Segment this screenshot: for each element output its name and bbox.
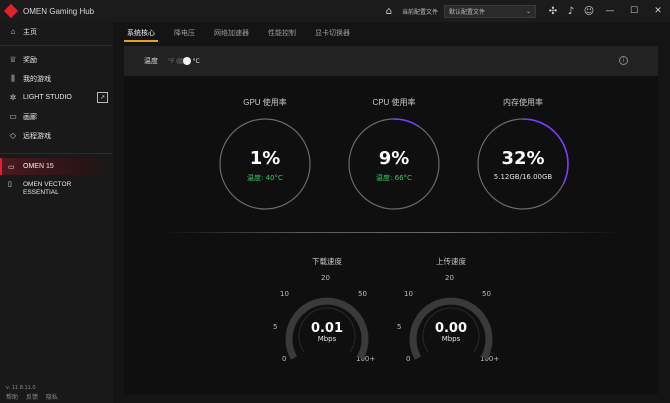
toggle-switch[interactable] <box>176 57 192 65</box>
section-divider <box>164 232 624 233</box>
sidebar-item-label: LIGHT STUDIO <box>23 94 72 101</box>
omen-logo-icon <box>3 3 19 19</box>
tab-network-booster[interactable]: 网络加速器 <box>211 24 252 42</box>
profile-dropdown-value: 默认配置文件 <box>449 8 486 16</box>
version-label: v. 11.8.11.0 <box>6 385 36 391</box>
gpu-usage-label: GPU 使用率 <box>243 98 287 107</box>
trophy-icon: ♕ <box>9 55 17 64</box>
user-icon[interactable]: ☺ <box>580 0 598 22</box>
device-label-line2: ESSENTIAL <box>23 189 59 196</box>
divider <box>0 153 113 154</box>
cpu-temp-label: 温度: <box>376 174 393 182</box>
tab-performance-control[interactable]: 性能控制 <box>265 24 299 42</box>
download-speed-gauge: 下载速度 20 10 50 5 0 100+ 0.01 Mbps <box>262 256 392 376</box>
help-link[interactable]: 帮助 <box>6 394 18 401</box>
sidebar-item-label: 奖励 <box>23 56 37 64</box>
sidebar-item-my-games[interactable]: ⫼ 我的游戏 <box>0 69 113 88</box>
download-speed-value: 0.01 <box>310 321 344 336</box>
upload-speed-value: 0.00 <box>434 321 468 336</box>
upload-speed-label: 上传速度 <box>436 257 466 266</box>
home-icon: ⌂ <box>10 27 16 36</box>
sidebar: ⌂ 主页 ♕ 奖励 ⫼ 我的游戏 ✲ LIGHT STUDIO ↗ ▭ 画廊 ◇… <box>0 22 113 403</box>
gamepad-icon[interactable]: ✣ <box>544 0 562 22</box>
home-icon[interactable]: ⌂ <box>380 0 398 22</box>
sidebar-device-omen-15[interactable]: ▭ OMEN 15 <box>0 158 113 175</box>
cpu-usage-card: CPU 使用率 9% 温度: 66°C <box>339 97 449 210</box>
download-speed-label: 下载速度 <box>312 257 342 266</box>
privacy-link[interactable]: 隐私 <box>46 394 58 401</box>
library-icon: ⫼ <box>11 73 15 83</box>
gpu-usage-value: 1% <box>249 148 281 169</box>
app-title: OMEN Gaming Hub <box>23 6 95 16</box>
temperature-unit-toggle[interactable]: °F °C <box>168 57 200 65</box>
sidebar-item-label: 我的游戏 <box>23 75 51 83</box>
sidebar-item-remote-play[interactable]: ◇ 远程游戏 <box>0 126 113 145</box>
upload-speed-unit: Mbps <box>441 335 461 343</box>
tab-graphics-switcher[interactable]: 显卡切换器 <box>312 24 353 42</box>
maximize-button[interactable]: ☐ <box>622 0 646 22</box>
memory-usage-card: 内存使用率 32% 5.12GB/16.00GB <box>468 97 578 210</box>
tab-bar: 系统核心 降电压 网络加速器 性能控制 显卡切换器 <box>124 24 366 42</box>
desktop-icon: ▯ <box>8 181 12 188</box>
sidebar-item-label: 画廊 <box>23 113 37 121</box>
sidebar-item-label: 远程游戏 <box>23 132 51 140</box>
device-label-line1: OMEN VECTOR <box>23 181 72 188</box>
feedback-link[interactable]: 反馈 <box>26 394 38 401</box>
cpu-temperature: 温度: 66°C <box>339 173 449 183</box>
tab-system-core[interactable]: 系统核心 <box>124 24 158 42</box>
cpu-temp-value: 66°C <box>394 174 412 182</box>
sidebar-item-home[interactable]: ⌂ 主页 <box>0 22 113 41</box>
temperature-label: 温度 <box>144 57 158 65</box>
gpu-temp-value: 40°C <box>265 174 283 182</box>
gauge-tick: 20 <box>445 274 454 282</box>
chevron-down-icon: ⌄ <box>525 7 531 15</box>
sidebar-item-light-studio[interactable]: ✲ LIGHT STUDIO ↗ <box>0 88 113 107</box>
remote-play-icon: ◇ <box>9 131 17 140</box>
sidebar-item-label: 主页 <box>23 28 37 36</box>
divider <box>0 45 113 46</box>
sidebar-device-omen-vector[interactable]: ▯ OMEN VECTOR ESSENTIAL <box>0 181 113 197</box>
cpu-usage-label: CPU 使用率 <box>372 98 416 107</box>
tab-undervolt[interactable]: 降电压 <box>171 24 198 42</box>
cpu-usage-value: 9% <box>378 148 410 169</box>
bell-icon[interactable]: ♪ <box>562 0 580 22</box>
sidebar-item-rewards[interactable]: ♕ 奖励 <box>0 50 113 69</box>
upload-speed-gauge: 上传速度 20 10 50 5 0 100+ 0.00 Mbps <box>386 256 516 376</box>
unit-celsius: °C <box>192 57 200 65</box>
device-label: OMEN VECTOR ESSENTIAL <box>23 181 71 197</box>
sidebar-footer: v. 11.8.11.0 帮助 反馈 隐私 <box>6 385 64 401</box>
download-speed-unit: Mbps <box>317 335 337 343</box>
memory-usage-label: 内存使用率 <box>503 98 543 107</box>
memory-usage-value: 32% <box>501 148 545 169</box>
profile-dropdown[interactable]: 默认配置文件 ⌄ <box>444 4 536 18</box>
temperature-row: 温度 °F °C i <box>124 46 658 76</box>
system-core-panel: 温度 °F °C i GPU 使用率 1% 温度: 40°C CPU 使用率 9… <box>124 46 658 394</box>
sidebar-item-gallery[interactable]: ▭ 画廊 <box>0 107 113 126</box>
gpu-temp-label: 温度: <box>247 174 264 182</box>
device-label: OMEN 15 <box>23 163 54 170</box>
title-bar: OMEN Gaming Hub ⌂ 当前配置文件 默认配置文件 ⌄ ✣ ♪ ☺ … <box>0 0 670 22</box>
gpu-temperature: 温度: 40°C <box>210 173 320 183</box>
gallery-icon: ▭ <box>9 112 17 121</box>
gauge-tick: 20 <box>321 274 330 282</box>
laptop-icon: ▭ <box>8 163 15 171</box>
minimize-button[interactable]: — <box>598 0 622 22</box>
info-icon[interactable]: i <box>619 56 628 65</box>
title-bar-controls: ⌂ 当前配置文件 默认配置文件 ⌄ ✣ ♪ ☺ — ☐ ✕ <box>380 0 670 22</box>
unit-fahrenheit: °F <box>168 57 175 65</box>
memory-usage-detail: 5.12GB/16.00GB <box>493 173 553 181</box>
external-launch-icon[interactable]: ↗ <box>97 92 108 103</box>
profile-label: 当前配置文件 <box>401 8 438 16</box>
gpu-usage-card: GPU 使用率 1% 温度: 40°C <box>210 97 320 210</box>
close-button[interactable]: ✕ <box>646 0 670 22</box>
light-studio-icon: ✲ <box>9 93 17 102</box>
